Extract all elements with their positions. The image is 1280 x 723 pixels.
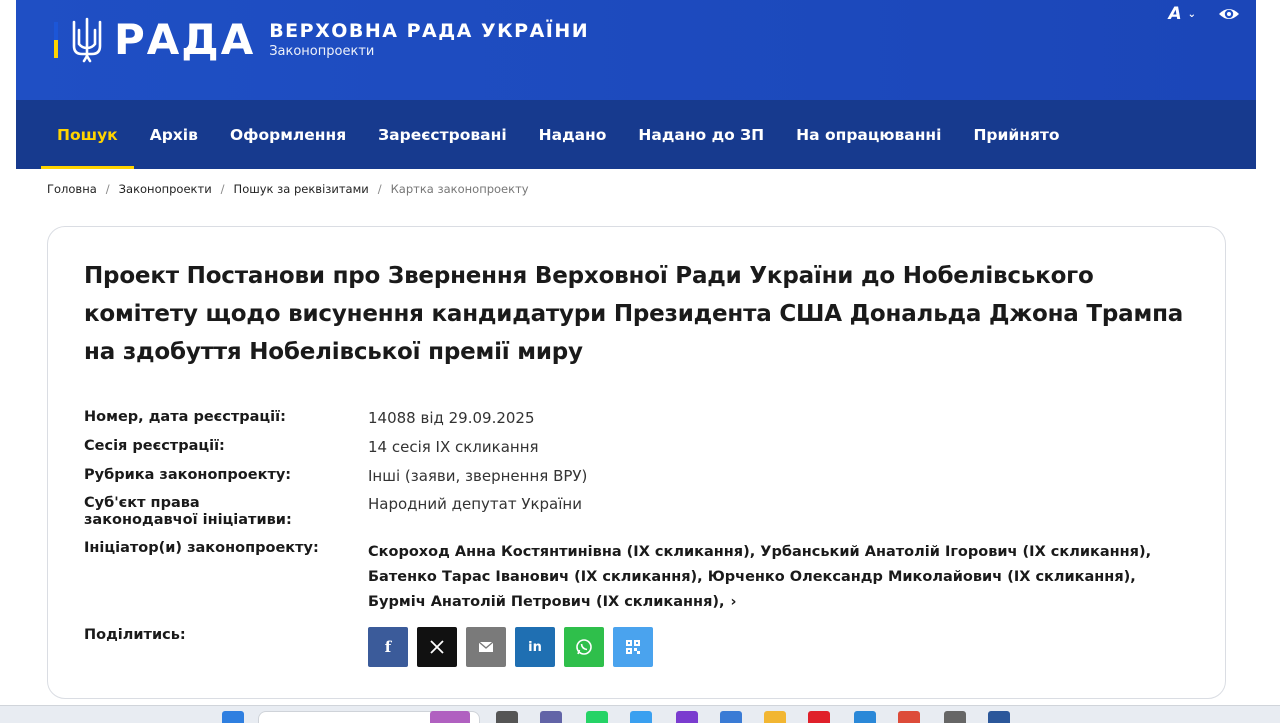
site-container: РАДА ВЕРХОВНА РАДА УКРАЇНИ Законопроекти… — [16, 0, 1256, 705]
field-label: Рубрика законопроекту: — [84, 467, 292, 483]
whatsapp-icon[interactable] — [564, 627, 604, 667]
field-value: Народний депутат України — [368, 495, 582, 513]
share-label: Поділитись: — [84, 627, 186, 643]
trident-icon — [72, 17, 102, 63]
accessibility-tools: A ⌄ — [1168, 4, 1240, 24]
logo-caption: ВЕРХОВНА РАДА УКРАЇНИ Законопроекти — [269, 19, 589, 61]
field-label: Сесія реєстрації: — [84, 438, 225, 454]
breadcrumb: Головна / Законопроекти / Пошук за рекві… — [47, 182, 529, 196]
nav-item-archive[interactable]: Архів — [134, 100, 214, 169]
font-size-label: A — [1168, 4, 1182, 24]
logo-wordmark: РАДА — [114, 15, 256, 64]
field-label: Номер, дата реєстрації: — [84, 409, 286, 425]
field-initiators: Ініціатор(и) законопроекту: Скороход Анн… — [84, 540, 1168, 615]
chevron-right-icon[interactable]: › — [731, 590, 737, 615]
site-header: РАДА ВЕРХОВНА РАДА УКРАЇНИ Законопроекти… — [16, 0, 1256, 100]
breadcrumb-separator: / — [220, 182, 225, 196]
bill-title: Проект Постанови про Звернення Верховної… — [84, 263, 1184, 365]
nav-item-formatting[interactable]: Оформлення — [214, 100, 362, 169]
org-title: ВЕРХОВНА РАДА УКРАЇНИ — [269, 20, 590, 42]
chrome-icon[interactable] — [898, 711, 920, 723]
word-icon[interactable] — [988, 711, 1010, 723]
field-rubric: Рубрика законопроекту: Інші (заяви, звер… — [84, 467, 587, 485]
x-icon[interactable] — [417, 627, 457, 667]
opera-icon[interactable] — [808, 711, 830, 723]
linkedin-icon[interactable]: in — [515, 627, 555, 667]
search-highlight-icon — [430, 711, 470, 723]
field-value: 14 сесія IX скликання — [368, 438, 539, 456]
field-value: 14088 від 29.09.2025 — [368, 409, 535, 427]
initiators-text: Скороход Анна Костянтинівна (IX скликанн… — [368, 544, 1152, 610]
field-value: Інші (заяви, звернення ВРУ) — [368, 467, 588, 485]
file-explorer-icon[interactable] — [764, 711, 786, 723]
site-logo[interactable]: РАДА ВЕРХОВНА РАДА УКРАЇНИ Законопроекти — [54, 16, 589, 64]
breadcrumb-bills[interactable]: Законопроекти — [119, 182, 212, 196]
breadcrumb-separator: / — [377, 182, 382, 196]
breadcrumb-home[interactable]: Головна — [47, 182, 97, 196]
mail-icon[interactable] — [854, 711, 876, 723]
email-icon[interactable] — [466, 627, 506, 667]
main-nav: Пошук Архів Оформлення Зареєстровані Над… — [16, 100, 1256, 169]
windows-start-icon[interactable] — [222, 711, 244, 723]
app-icon[interactable] — [676, 711, 698, 723]
field-number-date: Номер, дата реєстрації: 14088 від 29.09.… — [84, 409, 535, 427]
browser-page: РАДА ВЕРХОВНА РАДА УКРАЇНИ Законопроекти… — [0, 0, 1280, 723]
os-taskbar — [0, 705, 1280, 723]
nav-item-provided[interactable]: Надано — [523, 100, 623, 169]
eye-icon[interactable] — [1218, 6, 1240, 22]
facebook-icon[interactable]: f — [368, 627, 408, 667]
nav-item-provided-zp[interactable]: Надано до ЗП — [622, 100, 780, 169]
calculator-icon[interactable] — [944, 711, 966, 723]
bill-card: Проект Постанови про Звернення Верховної… — [47, 226, 1226, 699]
breadcrumb-search[interactable]: Пошук за реквізитами — [234, 182, 369, 196]
flag-icon — [54, 22, 58, 58]
nav-item-registered[interactable]: Зареєстровані — [362, 100, 522, 169]
font-size-toggle[interactable]: A ⌄ — [1168, 4, 1196, 24]
field-label: Ініціатор(и) законопроекту: — [84, 540, 319, 556]
whatsapp-app-icon[interactable] — [586, 711, 608, 723]
chevron-down-icon: ⌄ — [1187, 8, 1196, 20]
breadcrumb-current: Картка законопроекту — [390, 182, 529, 196]
field-label: Суб'єкт права законодавчої ініціативи: — [84, 495, 292, 528]
breadcrumb-separator: / — [105, 182, 110, 196]
field-session: Сесія реєстрації: 14 сесія IX скликання — [84, 438, 539, 456]
field-subject: Суб'єкт права законодавчої ініціативи: Н… — [84, 495, 582, 529]
section-title: Законопроекти — [269, 44, 375, 59]
qr-code-icon[interactable] — [613, 627, 653, 667]
share-buttons: f in — [368, 627, 653, 667]
share-row: Поділитись: f in — [84, 627, 653, 667]
task-view-icon[interactable] — [496, 711, 518, 723]
nav-item-adopted[interactable]: Прийнято — [957, 100, 1075, 169]
teams-icon[interactable] — [540, 711, 562, 723]
initiators-list: Скороход Анна Костянтинівна (IX скликанн… — [368, 540, 1168, 615]
photos-icon[interactable] — [630, 711, 652, 723]
nav-item-processing[interactable]: На опрацюванні — [780, 100, 957, 169]
browser-icon[interactable] — [720, 711, 742, 723]
nav-item-search[interactable]: Пошук — [41, 100, 134, 169]
